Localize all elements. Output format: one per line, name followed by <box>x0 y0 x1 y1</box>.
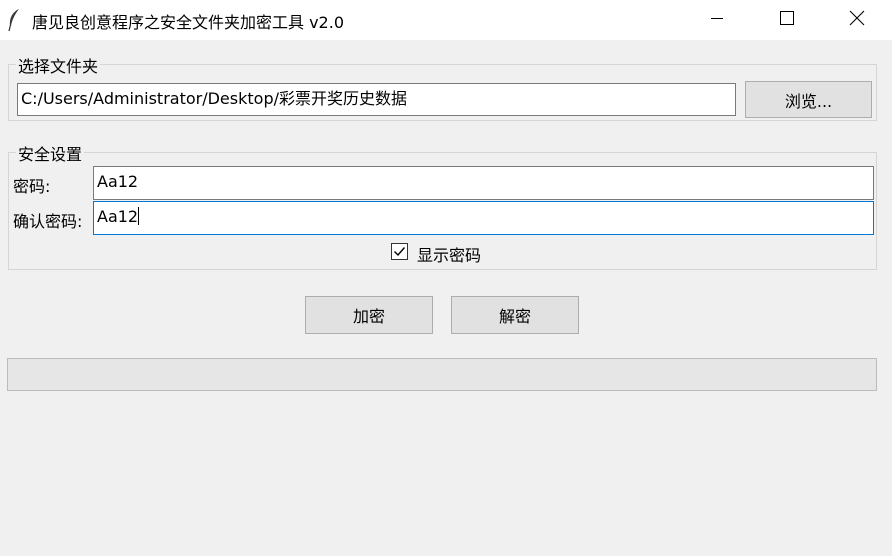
maximize-icon <box>780 11 794 29</box>
folder-group-label: 选择文件夹 <box>16 53 101 77</box>
minimize-icon <box>710 11 724 29</box>
browse-button[interactable]: 浏览... <box>745 81 872 118</box>
browse-button-label: 浏览... <box>784 91 833 111</box>
password-label: 密码: <box>13 177 51 196</box>
confirm-password-input[interactable]: Aa12 <box>93 201 874 235</box>
decrypt-button[interactable]: 解密 <box>451 296 579 334</box>
maximize-button[interactable] <box>752 0 822 40</box>
minimize-button[interactable] <box>682 0 752 40</box>
title-bar[interactable]: 唐见良创意程序之安全文件夹加密工具 v2.0 <box>0 0 892 40</box>
security-group-label: 安全设置 <box>16 141 85 165</box>
folder-path-input[interactable]: C:/Users/Administrator/Desktop/彩票开奖历史数据 <box>17 83 736 116</box>
close-icon <box>849 10 865 30</box>
show-password-label[interactable]: 显示密码 <box>417 242 481 266</box>
password-value: Aa12 <box>97 172 139 191</box>
text-caret <box>138 207 140 225</box>
feather-icon <box>6 8 22 32</box>
password-input[interactable]: Aa12 <box>93 166 874 200</box>
confirm-password-value: Aa12 <box>97 207 139 226</box>
decrypt-button-label: 解密 <box>498 307 531 326</box>
progress-bar <box>7 358 877 391</box>
window-title: 唐见良创意程序之安全文件夹加密工具 v2.0 <box>32 13 345 32</box>
show-password-checkbox[interactable] <box>391 243 408 260</box>
folder-path-value: C:/Users/Administrator/Desktop/彩票开奖历史数据 <box>21 89 407 108</box>
confirm-password-label: 确认密码: <box>13 212 83 231</box>
checkmark-icon <box>392 244 407 259</box>
encrypt-button[interactable]: 加密 <box>305 296 433 334</box>
encrypt-button-label: 加密 <box>352 307 385 326</box>
close-button[interactable] <box>822 0 892 40</box>
